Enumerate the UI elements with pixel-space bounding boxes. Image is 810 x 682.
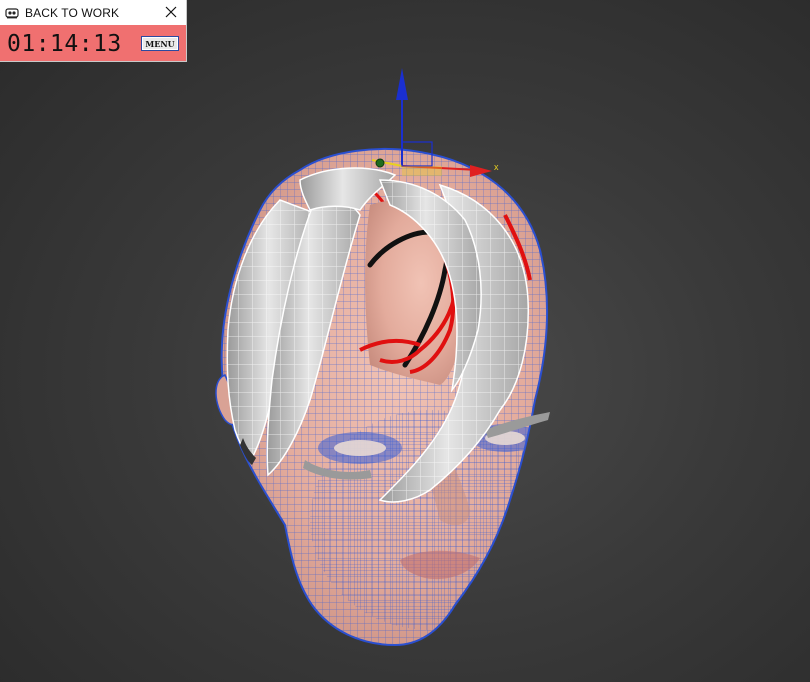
head-model-scene[interactable]: x <box>0 0 810 682</box>
close-icon[interactable] <box>162 3 180 21</box>
menu-button[interactable]: MENU <box>141 36 179 51</box>
gizmo-x-label: x <box>494 162 499 172</box>
timer-title: BACK TO WORK <box>25 5 120 20</box>
timer-clock: 01:14:13 <box>7 31 122 57</box>
timer-widget[interactable]: BACK TO WORK 01:14:13 MENU <box>0 0 186 61</box>
gizmo-z-arrow[interactable] <box>396 68 408 100</box>
3d-viewport[interactable]: x <box>0 0 810 682</box>
timer-titlebar[interactable]: BACK TO WORK <box>0 0 186 25</box>
gizmo-pivot[interactable] <box>375 158 385 168</box>
timer-body: 01:14:13 MENU <box>0 25 186 61</box>
dial-icon <box>5 6 19 20</box>
gizmo-plane-xy[interactable] <box>402 166 442 176</box>
